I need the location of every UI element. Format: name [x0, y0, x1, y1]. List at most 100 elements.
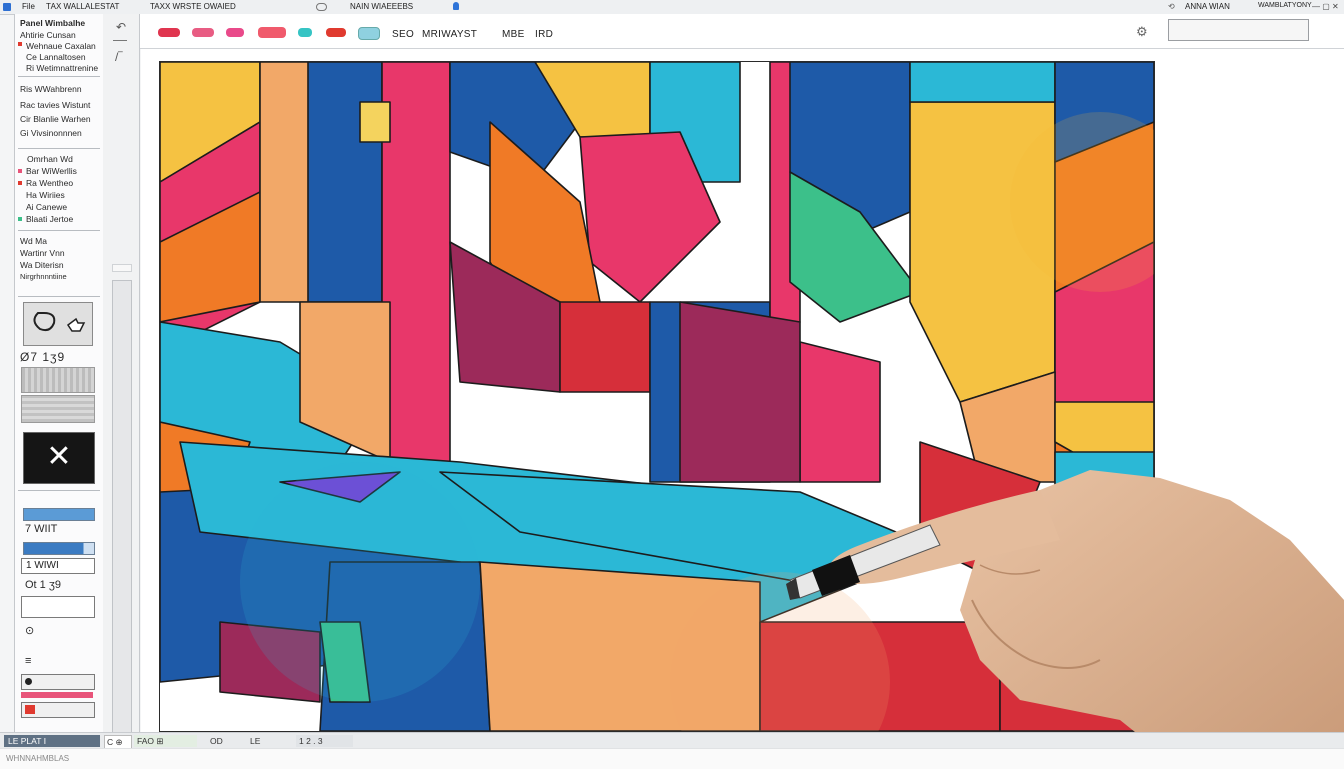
art-shape [679, 301, 801, 483]
brush-preset-3[interactable] [226, 28, 244, 37]
name-input[interactable] [21, 596, 95, 618]
art-glow [240, 462, 480, 702]
brush-preset-2[interactable] [192, 28, 214, 37]
sync-icon[interactable]: ⟲ [1168, 2, 1175, 11]
divider [113, 40, 127, 41]
numeric-readout: Ø7 1ʒ9 [20, 350, 66, 364]
status-view[interactable]: FAO ⊞ [134, 735, 197, 747]
tool-label-mode[interactable]: MRIWAYST [422, 29, 477, 40]
scroll-up-button[interactable] [112, 264, 132, 272]
value-input[interactable]: 1 WIWI [21, 558, 95, 574]
art-shape [1054, 451, 1154, 493]
document-title: NAIN WIAEEEBS [350, 2, 414, 11]
footer-text: WHNNAHMBLAS [6, 754, 70, 763]
fill-color-select[interactable] [21, 702, 95, 718]
brush-preview[interactable] [23, 302, 93, 346]
vertical-ruler: ↶ /‾ [103, 14, 140, 734]
group-item[interactable]: Ra Wentheo [26, 178, 73, 188]
value-input-text: 1 WIWI [26, 560, 59, 571]
footer: WHNNAHMBLAS [0, 748, 1344, 769]
brush-toolbar: SEO MRIWAYST MBE IRD ⚙ [140, 14, 1344, 49]
title-bar: File ТАХ WALLALESTAT TAXX WRSTE OWAIED N… [0, 0, 1344, 15]
workspace-label[interactable]: WAMBLATYONY [1258, 2, 1312, 9]
layer-item[interactable]: Ce Lannaltosen [26, 52, 86, 62]
property-row: Nirgrhnnntiine [20, 272, 67, 281]
group-item[interactable]: Blaati Jertoe [26, 214, 73, 224]
layer-item[interactable]: Gi Vivsinonnnen [20, 128, 82, 138]
property-row: Wartinr Vnn [20, 248, 65, 258]
account-label[interactable]: ANNA WIAN [1185, 2, 1230, 11]
group-color-swatch [18, 169, 22, 173]
art-shape [359, 101, 391, 143]
divider [18, 148, 100, 149]
texture-thumbnail[interactable] [21, 367, 95, 393]
status-zoom[interactable]: 1 2 . 3 [296, 735, 353, 747]
layers-panel: Panel Wimbalhe Ahtirie Cunsan Wehnaue Ca… [14, 14, 104, 732]
vertical-scrollbar[interactable] [112, 280, 132, 734]
layer-item[interactable]: Wehnaue Caxalan [26, 41, 96, 51]
art-shape [381, 62, 451, 463]
layer-item[interactable]: Cir Blanlie Warhen [20, 114, 91, 124]
pen-tool-icon[interactable]: /‾ [115, 50, 122, 64]
undo-icon[interactable]: ↶ [116, 20, 126, 34]
pin-icon[interactable] [453, 2, 459, 10]
status-bar: LE PLAT Ⅰ C ⊕ FAO ⊞ OD LE 1 2 . 3 [0, 732, 1344, 749]
tool-label-mbe[interactable]: MBE [502, 29, 525, 40]
panel-header: Panel Wimbalhe [20, 18, 86, 28]
divider [18, 490, 100, 491]
group-item[interactable]: Ai Canewe [26, 202, 67, 212]
art-shape [559, 301, 651, 393]
menu-item-b[interactable]: ТАХ WALLALESTAT [46, 2, 119, 11]
brush-preset-1[interactable] [158, 28, 180, 37]
layer-item[interactable]: Ris WWahbrenn [20, 84, 82, 94]
size-slider[interactable] [23, 542, 95, 555]
status-layer-count: LE [250, 736, 261, 746]
range-label: Ot 1 ʒ9 [25, 579, 61, 591]
art-shape [799, 341, 881, 483]
brush-preset-5[interactable] [298, 28, 312, 37]
settings-icon[interactable]: ⚙ [1136, 24, 1148, 40]
blend-mode-select[interactable] [21, 674, 95, 690]
chat-bubble-icon[interactable] [316, 3, 327, 11]
close-icon[interactable]: ✕ [23, 432, 95, 484]
window-controls[interactable]: — ▢ ✕ [1312, 2, 1339, 11]
art-shape [307, 62, 383, 303]
menu-icon[interactable]: ≡ [25, 656, 31, 667]
art-shape [909, 62, 1056, 103]
divider [18, 296, 100, 297]
status-layer[interactable]: LE PLAT Ⅰ [4, 735, 100, 747]
property-row: Wd Ma [20, 236, 47, 246]
artwork-canvas[interactable] [159, 61, 1155, 732]
art-shape [999, 661, 1154, 731]
status-mode: OD [210, 736, 223, 746]
group-color-swatch [18, 217, 22, 221]
abstract-artwork [160, 62, 1154, 731]
menu-item-c[interactable]: TAXX WRSTE OWAIED [150, 2, 236, 11]
tool-label-ird[interactable]: IRD [535, 29, 553, 40]
opacity-slider[interactable] [23, 508, 95, 521]
tool-label-seo[interactable]: SEO [392, 29, 414, 40]
layer-item[interactable]: Ahtirie Cunsan [20, 30, 76, 40]
layer-item[interactable]: Ri Wetimnattrenine [26, 63, 98, 73]
lasso-cursor-icon [33, 312, 86, 332]
slider-label: 7 WIIT [25, 523, 58, 535]
divider [18, 76, 100, 77]
texture-thumbnail[interactable] [21, 395, 95, 423]
search-input[interactable] [1168, 19, 1309, 41]
color-indicator [21, 692, 93, 698]
divider [18, 230, 100, 231]
status-tool[interactable]: C ⊕ [104, 735, 132, 749]
brush-preset-7[interactable] [358, 27, 380, 40]
brush-preset-6[interactable] [326, 28, 346, 37]
target-icon[interactable]: ⊙ [25, 626, 34, 637]
menu-file[interactable]: File [22, 2, 35, 11]
app-logo-icon [3, 3, 11, 11]
brush-preset-4[interactable] [258, 27, 286, 38]
property-row: Wa Diterisn [20, 260, 64, 270]
layer-item[interactable]: Rac tavies Wistunt [20, 100, 90, 110]
group-header: Omrhan Wd [27, 154, 73, 164]
layer-color-swatch [18, 42, 22, 46]
group-color-swatch [18, 181, 22, 185]
group-item[interactable]: Bar WiWerllis [26, 166, 77, 176]
group-item[interactable]: Ha Wiriies [26, 190, 65, 200]
